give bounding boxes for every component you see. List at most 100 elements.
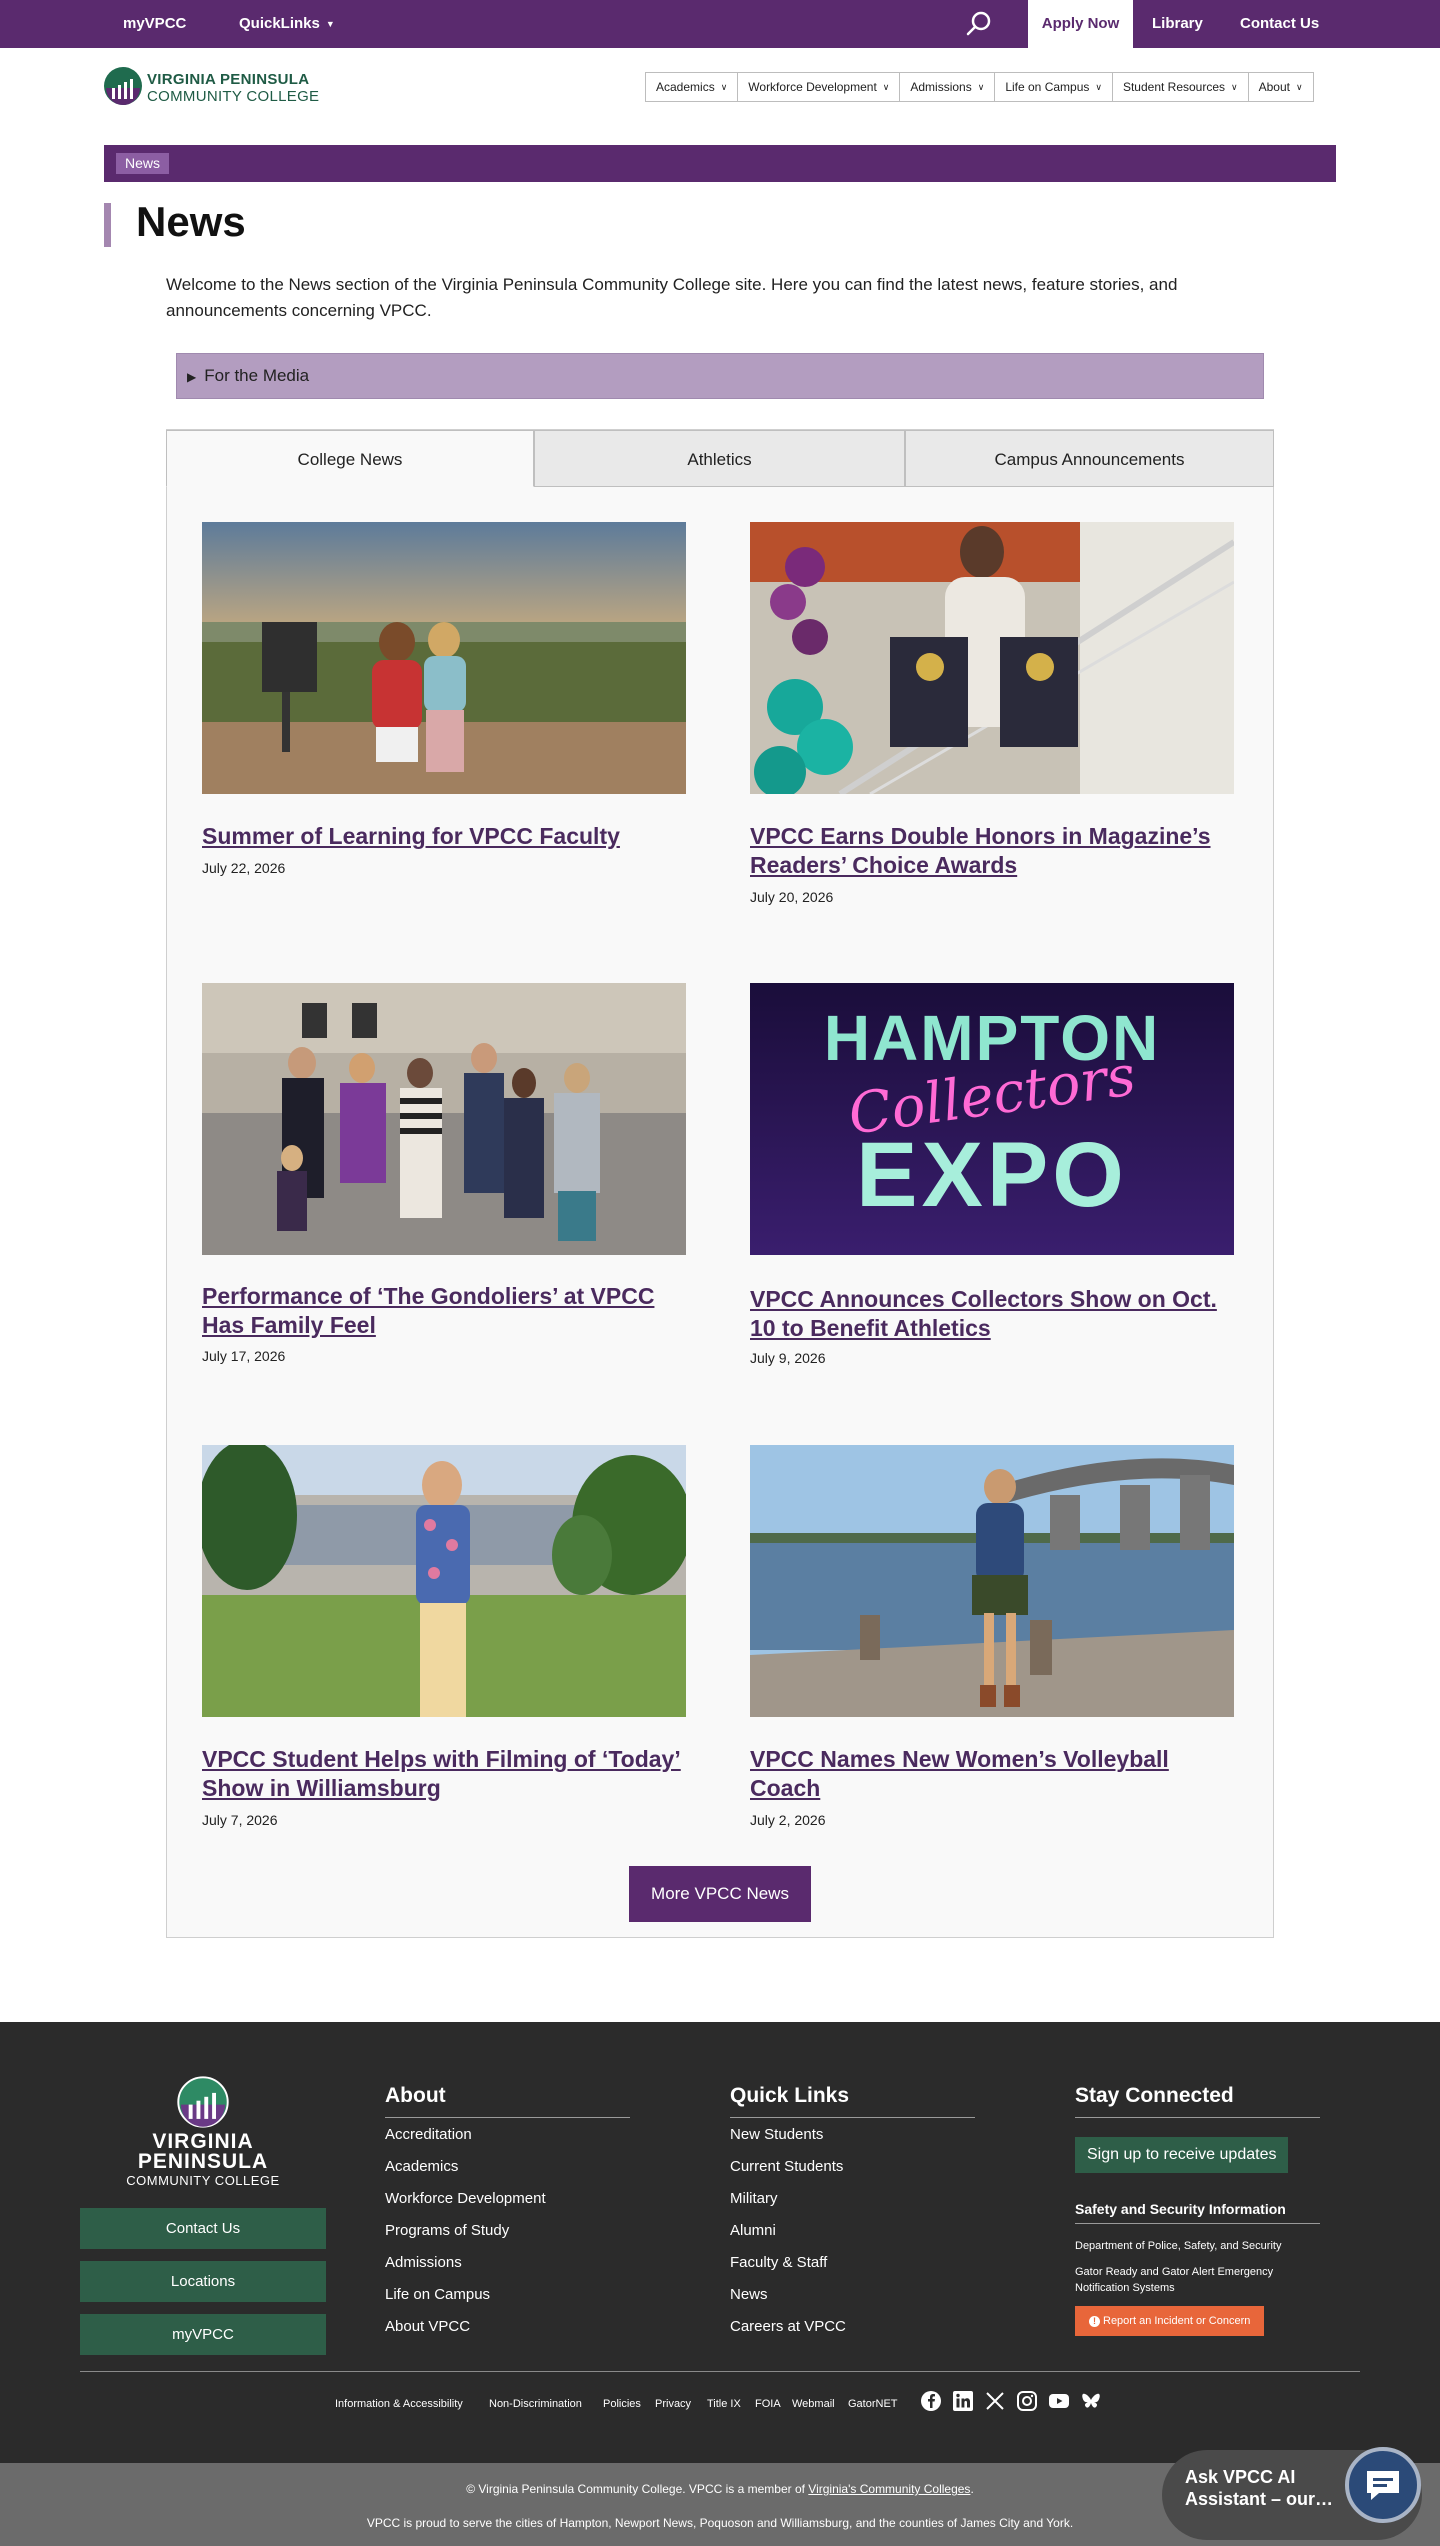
library-link[interactable]: Library <box>1152 0 1203 48</box>
bluesky-icon[interactable] <box>1080 2390 1102 2412</box>
footer-link[interactable]: News <box>730 2286 768 2303</box>
title-accent-bar <box>104 203 111 247</box>
tab-college-news[interactable]: College News <box>166 430 534 487</box>
vccs-link[interactable]: Virginia's Community Colleges <box>808 2482 970 2496</box>
footer-link[interactable]: Accreditation <box>385 2126 472 2143</box>
news-title-link[interactable]: VPCC Names New Women’s Volleyball Coach <box>750 1745 1234 1803</box>
nav-student-resources[interactable]: Student Resources ∨ <box>1113 73 1249 101</box>
footer-link[interactable]: Faculty & Staff <box>730 2254 827 2271</box>
nav-academics-label: Academics <box>656 80 715 94</box>
footer-link[interactable]: Programs of Study <box>385 2222 509 2239</box>
footer-link[interactable]: Life on Campus <box>385 2286 490 2303</box>
footer-link[interactable]: Workforce Development <box>385 2190 546 2207</box>
more-news-button[interactable]: More VPCC News <box>629 1866 811 1922</box>
news-image-volleyball-coach[interactable] <box>750 1445 1234 1717</box>
news-title-link[interactable]: Summer of Learning for VPCC Faculty <box>202 822 686 851</box>
footer-logo-line3: COMMUNITY COLLEGE <box>126 2173 280 2188</box>
chevron-down-icon: ∨ <box>1095 82 1102 92</box>
utility-bar: myVPCC QuickLinks ▼ Apply Now Library Con… <box>0 0 1440 48</box>
legal-link[interactable]: Title IX <box>707 2398 741 2410</box>
divider <box>385 2117 630 2118</box>
footer-link[interactable]: New Students <box>730 2126 823 2143</box>
search-icon[interactable] <box>958 8 998 40</box>
nav-academics[interactable]: Academics ∨ <box>646 73 739 101</box>
news-image-gondoliers[interactable] <box>202 983 686 1255</box>
main-nav: Academics ∨ Workforce Development ∨ Admiss… <box>645 72 1314 102</box>
copyright-prefix: © Virginia Peninsula Community College. … <box>466 2482 809 2496</box>
divider <box>1075 2223 1320 2224</box>
facebook-icon[interactable] <box>920 2390 942 2412</box>
legal-link[interactable]: Non-Discrimination <box>489 2398 582 2410</box>
footer-locations-button[interactable]: Locations <box>80 2261 326 2302</box>
news-title-link[interactable]: VPCC Student Helps with Filming of ‘Toda… <box>202 1745 686 1803</box>
breadcrumb-bar: News <box>104 145 1336 182</box>
faculty-photo <box>202 522 686 794</box>
nav-admissions[interactable]: Admissions ∨ <box>900 73 996 101</box>
footer-myvpcc-button[interactable]: myVPCC <box>80 2314 326 2355</box>
footer-about-heading: About <box>385 2084 446 2107</box>
triangle-right-icon: ▶ <box>187 370 197 384</box>
news-title-link[interactable]: Performance of ‘The Gondoliers’ at VPCC … <box>202 1282 686 1340</box>
news-date: July 9, 2026 <box>750 1350 826 1366</box>
news-image-today-show[interactable] <box>202 1445 686 1717</box>
nav-life-label: Life on Campus <box>1005 80 1090 94</box>
chevron-down-icon: ∨ <box>882 82 890 92</box>
college-logo[interactable]: VIRGINIA PENINSULA COMMUNITY COLLEGE <box>103 64 333 108</box>
linkedin-icon[interactable] <box>952 2390 974 2412</box>
apply-now-button[interactable]: Apply Now <box>1028 0 1133 48</box>
news-date: July 17, 2026 <box>202 1348 286 1364</box>
footer-link[interactable]: Academics <box>385 2158 458 2175</box>
footer-link[interactable]: Military <box>730 2190 778 2207</box>
news-image-faculty[interactable] <box>202 522 686 794</box>
news-title-link[interactable]: VPCC Earns Double Honors in Magazine’s R… <box>750 822 1234 880</box>
news-title-link[interactable]: VPCC Announces Collectors Show on Oct. 1… <box>750 1285 1234 1343</box>
divider <box>1075 2117 1320 2118</box>
youtube-icon[interactable] <box>1048 2390 1070 2412</box>
news-date: July 7, 2026 <box>202 1812 278 1828</box>
nav-admissions-label: Admissions <box>910 80 972 94</box>
contact-us-link[interactable]: Contact Us <box>1240 0 1319 48</box>
nav-about[interactable]: About ∨ <box>1249 73 1313 101</box>
legal-link[interactable]: Privacy <box>655 2398 691 2410</box>
footer-link[interactable]: Alumni <box>730 2222 776 2239</box>
quicklinks-menu[interactable]: QuickLinks ▼ <box>239 0 335 48</box>
nav-workforce-label: Workforce Development <box>748 80 877 94</box>
footer-link[interactable]: Department of Police, Safety, and Securi… <box>1075 2240 1281 2252</box>
page-title: News <box>136 198 246 245</box>
for-the-media-toggle[interactable]: ▶ For the Media <box>176 353 1264 399</box>
legal-link[interactable]: Information & Accessibility <box>335 2398 463 2410</box>
tab-campus-announcements[interactable]: Campus Announcements <box>905 430 1274 487</box>
x-icon[interactable] <box>984 2390 1006 2412</box>
legal-link[interactable]: FOIA <box>755 2398 781 2410</box>
signup-updates-button[interactable]: Sign up to receive updates <box>1075 2137 1289 2173</box>
chevron-down-icon: ∨ <box>720 82 728 92</box>
report-incident-button[interactable]: ! Report an Incident or Concern <box>1075 2306 1265 2336</box>
footer-link[interactable]: Admissions <box>385 2254 462 2271</box>
legal-link[interactable]: GatorNET <box>848 2398 898 2410</box>
breadcrumb[interactable]: News <box>116 153 170 174</box>
footer-link[interactable]: Gator Ready and Gator Alert Emergency No… <box>1075 2264 1315 2296</box>
legal-link[interactable]: Policies <box>603 2398 641 2410</box>
tab-athletics[interactable]: Athletics <box>534 430 905 487</box>
legal-link[interactable]: Webmail <box>792 2398 835 2410</box>
nav-workforce[interactable]: Workforce Development ∨ <box>738 73 901 101</box>
footer-logo[interactable]: VIRGINIA PENINSULA COMMUNITY COLLEGE <box>80 2076 326 2191</box>
footer-link[interactable]: About VPCC <box>385 2318 470 2335</box>
logo-line1: VIRGINIA PENINSULA <box>147 71 310 88</box>
chat-launcher-button[interactable] <box>1345 2447 1421 2523</box>
footer-link[interactable]: Careers at VPCC <box>730 2318 846 2335</box>
intro-text: Welcome to the News section of the Virgi… <box>166 275 1178 320</box>
myvpcc-link[interactable]: myVPCC <box>123 0 186 48</box>
safety-heading: Safety and Security Information <box>1075 2201 1286 2217</box>
footer-link[interactable]: Current Students <box>730 2158 843 2175</box>
divider <box>730 2117 975 2118</box>
news-image-collectors-expo[interactable]: HAMPTON EXPO Collectors <box>750 983 1234 1255</box>
instagram-icon[interactable] <box>1016 2390 1038 2412</box>
chat-icon <box>1367 2471 1399 2500</box>
quicklinks-label: QuickLinks <box>239 15 320 32</box>
footer-contact-button[interactable]: Contact Us <box>80 2208 326 2249</box>
nav-life-on-campus[interactable]: Life on Campus ∨ <box>995 73 1113 101</box>
news-image-awards[interactable] <box>750 522 1234 794</box>
chevron-down-icon: ∨ <box>1231 82 1238 92</box>
ai-assistant-label[interactable]: Ask VPCC AI Assistant – our… <box>1185 2466 1345 2510</box>
